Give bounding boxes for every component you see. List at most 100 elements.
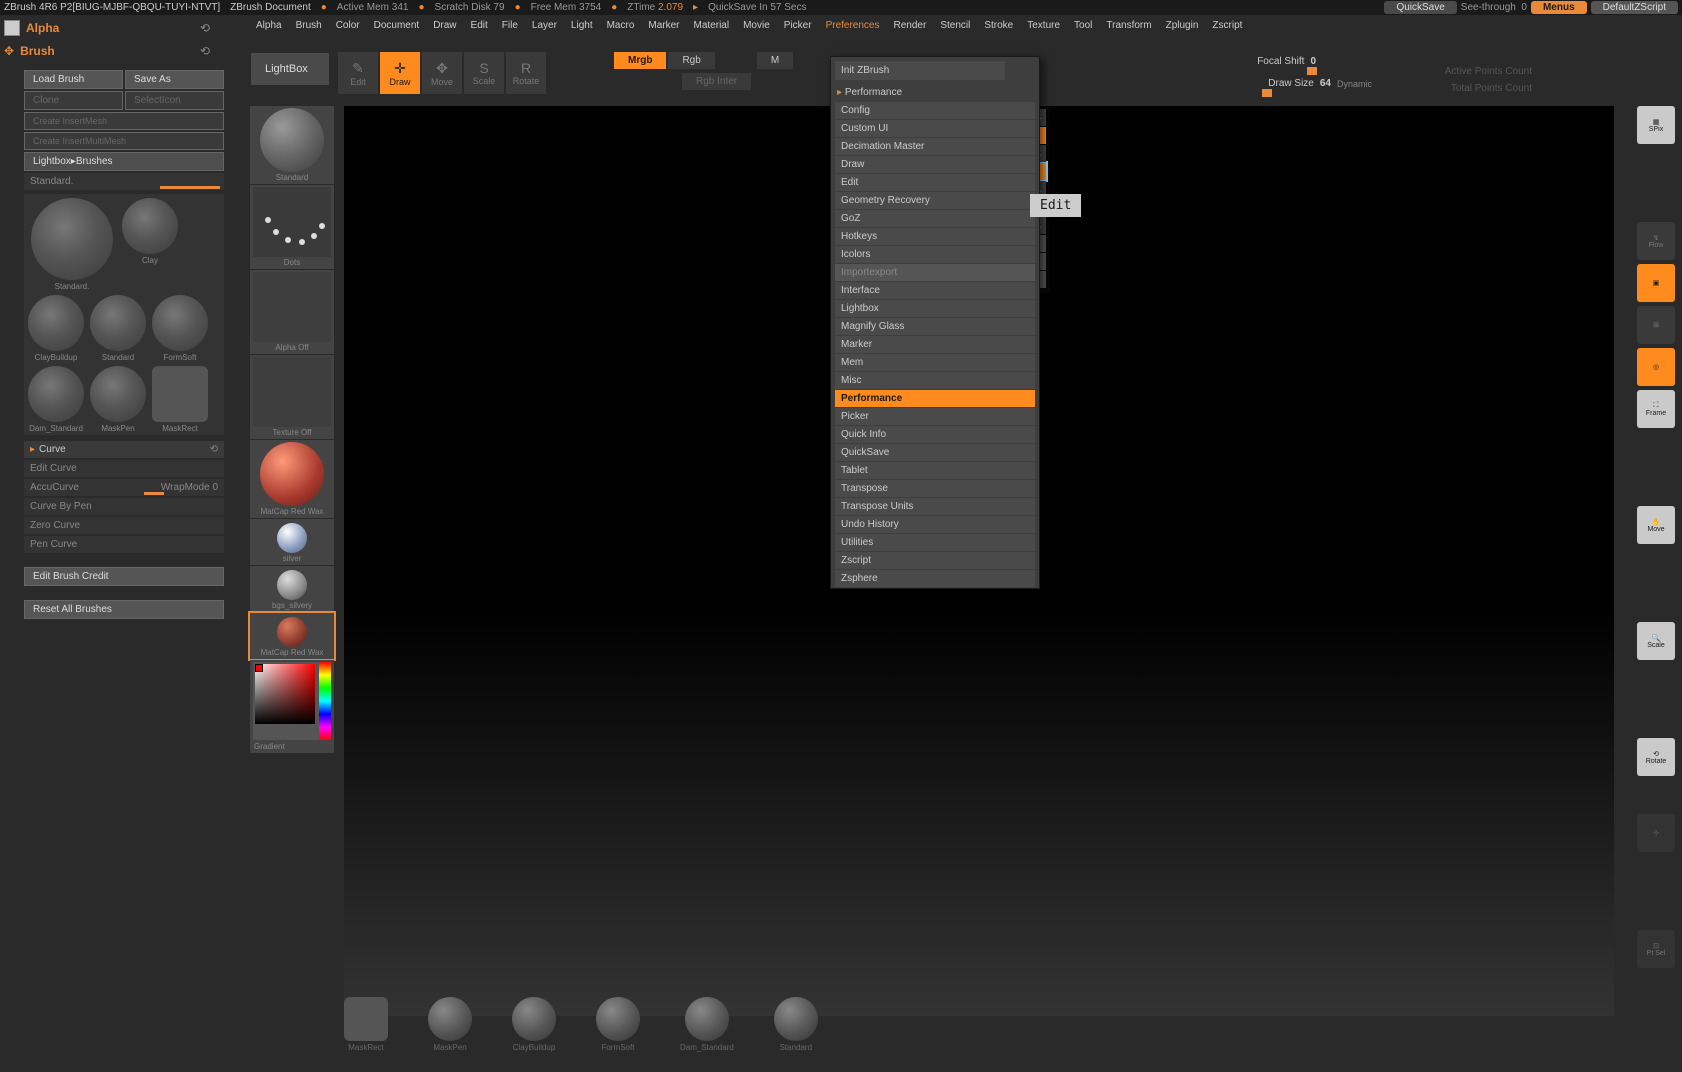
mode-move[interactable]: ✥Move xyxy=(422,52,462,94)
pref-magnify-glass[interactable]: Magnify Glass xyxy=(835,318,1035,335)
menu-marker[interactable]: Marker xyxy=(642,18,685,33)
brush-standard[interactable]: Standard xyxy=(88,293,148,362)
rgb-inter-chip[interactable]: Rgb Inter xyxy=(682,73,751,90)
menu-file[interactable]: File xyxy=(496,18,524,33)
default-zscript-button[interactable]: DefaultZScript xyxy=(1591,1,1678,14)
menu-transform[interactable]: Transform xyxy=(1100,18,1157,33)
alpha-thumb-icon[interactable] xyxy=(4,20,20,36)
pref-icolors[interactable]: Icolors xyxy=(835,246,1035,263)
material-silver[interactable]: silver xyxy=(250,519,334,565)
stroke-tray[interactable]: Dots xyxy=(250,185,334,269)
pref-mem[interactable]: Mem xyxy=(835,354,1035,371)
quicksave-button[interactable]: QuickSave xyxy=(1384,1,1456,14)
menu-stencil[interactable]: Stencil xyxy=(934,18,976,33)
pref-utilities[interactable]: Utilities xyxy=(835,534,1035,551)
menus-button[interactable]: Menus xyxy=(1531,1,1587,14)
clone-button[interactable]: Clone xyxy=(24,91,123,110)
menu-edit[interactable]: Edit xyxy=(465,18,494,33)
pref-tablet[interactable]: Tablet xyxy=(835,462,1035,479)
alpha-tray[interactable]: Alpha Off xyxy=(250,270,334,354)
bottom-brush-standard[interactable]: Standard xyxy=(774,997,818,1052)
pref-transpose-units[interactable]: Transpose Units xyxy=(835,498,1035,515)
bottom-brush-maskpen[interactable]: MaskPen xyxy=(428,997,472,1052)
pref-lightbox[interactable]: Lightbox xyxy=(835,300,1035,317)
create-insertmultimesh-button[interactable]: Create InsertMultiMesh xyxy=(24,132,224,150)
menu-alpha[interactable]: Alpha xyxy=(250,18,288,33)
menu-picker[interactable]: Picker xyxy=(778,18,818,33)
pref-marker[interactable]: Marker xyxy=(835,336,1035,353)
pen-curve-item[interactable]: Pen Curve xyxy=(24,536,224,553)
flow-button[interactable]: ↯Flow xyxy=(1637,222,1675,260)
chip-m[interactable]: M xyxy=(757,52,793,69)
material-redwax2[interactable]: MatCap Red Wax xyxy=(250,613,334,659)
seethrough-label[interactable]: See-through 0 xyxy=(1461,2,1527,13)
color-picker-tray[interactable]: Gradient xyxy=(250,660,334,753)
pref-goz[interactable]: GoZ xyxy=(835,210,1035,227)
menu-render[interactable]: Render xyxy=(888,18,933,33)
menu-draw[interactable]: Draw xyxy=(427,18,462,33)
local-button[interactable]: ◎ xyxy=(1637,348,1675,386)
dynamic-label[interactable]: Dynamic xyxy=(1337,79,1372,89)
brush-clay[interactable]: Clay xyxy=(120,196,180,291)
brush-formsoft[interactable]: FormSoft xyxy=(150,293,210,362)
bottom-brush-maskrect[interactable]: MaskRect xyxy=(344,997,388,1052)
menu-stroke[interactable]: Stroke xyxy=(978,18,1019,33)
bottom-brush-dam-standard[interactable]: Dam_Standard xyxy=(680,997,734,1052)
menu-material[interactable]: Material xyxy=(688,18,736,33)
save-as-button[interactable]: Save As xyxy=(125,70,224,89)
brush-palette-label[interactable]: Brush xyxy=(20,44,55,58)
menu-light[interactable]: Light xyxy=(565,18,599,33)
pref-zscript[interactable]: Zscript xyxy=(835,552,1035,569)
bottom-brush-formsoft[interactable]: FormSoft xyxy=(596,997,640,1052)
draw-size-slider[interactable] xyxy=(1252,91,1372,94)
brush-expand-icon[interactable]: ⟲ xyxy=(200,44,210,58)
spix-button[interactable]: ▦SPix xyxy=(1637,106,1675,144)
persp-button[interactable]: ▣ xyxy=(1637,264,1675,302)
chip-rgb[interactable]: Rgb xyxy=(668,52,714,69)
edit-brush-credit-button[interactable]: Edit Brush Credit xyxy=(24,567,224,586)
brush-maskrect[interactable]: MaskRect xyxy=(150,364,210,433)
select-icon-button[interactable]: SelectIcon xyxy=(125,91,224,110)
pref-interface[interactable]: Interface xyxy=(835,282,1035,299)
menu-zplugin[interactable]: Zplugin xyxy=(1160,18,1205,33)
alpha-palette-label[interactable]: Alpha xyxy=(26,21,59,35)
material-tray[interactable]: MatCap Red Wax xyxy=(250,440,334,518)
menu-macro[interactable]: Macro xyxy=(601,18,641,33)
menu-document[interactable]: Document xyxy=(368,18,426,33)
focal-shift-slider[interactable] xyxy=(1252,69,1372,72)
scale-button[interactable]: 🔍Scale xyxy=(1637,622,1675,660)
pref-importexport[interactable]: Importexport xyxy=(835,264,1035,281)
mode-draw[interactable]: ✛Draw xyxy=(380,52,420,94)
xyz-button[interactable]: ⊹ xyxy=(1637,814,1675,852)
frame-button[interactable]: ⛶Frame xyxy=(1637,390,1675,428)
menu-preferences[interactable]: Preferences xyxy=(820,18,886,33)
mode-edit[interactable]: ✎Edit xyxy=(338,52,378,94)
ptsel-button[interactable]: ⊡Pt Sel xyxy=(1637,930,1675,968)
accucurve-item[interactable]: AccuCurve WrapMode 0 xyxy=(24,479,224,496)
pref-decimation-master[interactable]: Decimation Master xyxy=(835,138,1035,155)
material-bgs-silvery[interactable]: bgs_silvery xyxy=(250,566,334,612)
menu-movie[interactable]: Movie xyxy=(737,18,776,33)
brush-standard-[interactable]: Standard. xyxy=(26,196,118,291)
pref-edit[interactable]: Edit xyxy=(835,174,1035,191)
menu-color[interactable]: Color xyxy=(330,18,366,33)
curve-by-pen-item[interactable]: Curve By Pen xyxy=(24,498,224,515)
chip-mrgb[interactable]: Mrgb xyxy=(614,52,666,69)
menu-tool[interactable]: Tool xyxy=(1068,18,1098,33)
menu-brush[interactable]: Brush xyxy=(290,18,328,33)
create-insertmesh-button[interactable]: Create InsertMesh xyxy=(24,112,224,130)
bottom-brush-claybuildup[interactable]: ClayBuildup xyxy=(512,997,556,1052)
alpha-expand-icon[interactable]: ⟲ xyxy=(200,21,210,35)
pref-performance[interactable]: Performance xyxy=(835,390,1035,407)
rotate-button[interactable]: ⟲Rotate xyxy=(1637,738,1675,776)
mode-scale[interactable]: SScale xyxy=(464,52,504,94)
pref-zsphere[interactable]: Zsphere xyxy=(835,570,1035,587)
pref-undo-history[interactable]: Undo History xyxy=(835,516,1035,533)
pref-quicksave[interactable]: QuickSave xyxy=(835,444,1035,461)
brush-dam-standard[interactable]: Dam_Standard xyxy=(26,364,86,433)
menu-texture[interactable]: Texture xyxy=(1021,18,1066,33)
zero-curve-item[interactable]: Zero Curve xyxy=(24,517,224,534)
pref-quick-info[interactable]: Quick Info xyxy=(835,426,1035,443)
reset-all-brushes-button[interactable]: Reset All Brushes xyxy=(24,600,224,619)
curve-section-header[interactable]: ▸Curve⟲ xyxy=(24,441,224,458)
